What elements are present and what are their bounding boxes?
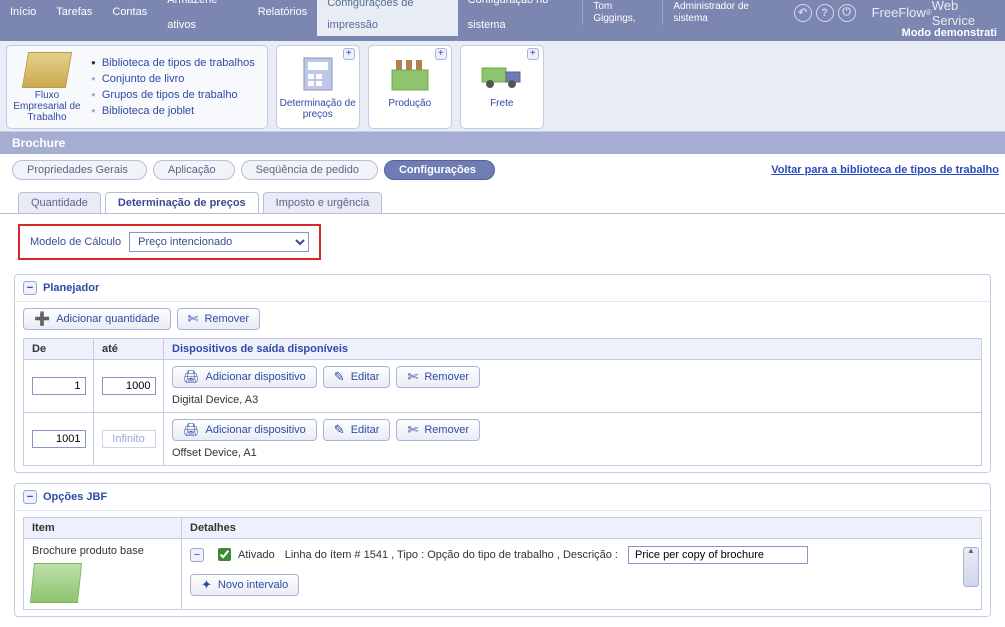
device-info: Digital Device, A3 — [172, 394, 973, 406]
menu-config-sistema[interactable]: Configuração no sistema — [458, 0, 583, 38]
plus-icon[interactable]: + — [527, 48, 539, 60]
active-checkbox-input[interactable] — [218, 548, 231, 561]
workflow-l2: Empresarial de — [11, 101, 83, 112]
crumb-sequencia[interactable]: Seqüência de pedido — [241, 160, 378, 180]
link-biblioteca-joblet[interactable]: Biblioteca de joblet — [91, 103, 255, 119]
planner-panel: − Planejador ➕Adicionar quantidade ✄Remo… — [14, 274, 991, 473]
role-box: Administrador de sistema — [662, 0, 787, 25]
plus-icon[interactable]: + — [343, 48, 355, 60]
jbf-item-name: Brochure produto base — [32, 545, 173, 557]
brand-suffix: Web Service — [932, 0, 995, 28]
new-interval-button[interactable]: ✦Novo intervalo — [190, 574, 299, 596]
edit-device-button[interactable]: ✎Editar — [323, 366, 391, 388]
col-devices: Dispositivos de saída disponíveis — [164, 339, 981, 359]
user-box: Tom Giggings, — [582, 0, 662, 25]
ribbon-group-workflow: Fluxo Empresarial de Trabalho Biblioteca… — [6, 45, 268, 129]
page-title: Brochure — [0, 132, 1005, 154]
menu-inicio[interactable]: Início — [0, 0, 46, 25]
ribbon: Fluxo Empresarial de Trabalho Biblioteca… — [0, 41, 1005, 132]
link-biblioteca-tipos[interactable]: Biblioteca de tipos de trabalhos — [91, 55, 255, 71]
planner-title: Planejador — [43, 282, 99, 294]
user-role: Administrador de sistema — [673, 1, 777, 25]
ribbon-links: Biblioteca de tipos de trabalhos Conjunt… — [83, 53, 263, 121]
edit-device-button[interactable]: ✎Editar — [323, 419, 391, 441]
jbf-panel: − Opções JBF Item Detalhes Brochure prod… — [14, 483, 991, 617]
planner-grid-header: De até Dispositivos de saída disponíveis — [23, 338, 982, 360]
jbf-row: Brochure produto base − Ativado Linha do… — [23, 539, 982, 610]
power-icon[interactable]: ⏻ — [838, 4, 856, 22]
tile-determinacao-precos[interactable]: + Determinação depreços — [276, 45, 360, 129]
brochure-icon — [30, 563, 82, 603]
system-icons: ↶ ? ⏻ — [788, 0, 862, 25]
tile-producao[interactable]: + Produção — [368, 45, 452, 129]
tile-frete[interactable]: + Frete — [460, 45, 544, 129]
tab-quantidade[interactable]: Quantidade — [18, 192, 101, 213]
device-info: Offset Device, A1 — [172, 447, 973, 459]
tab-imposto-urgencia[interactable]: Imposto e urgência — [263, 192, 383, 213]
jbf-title: Opções JBF — [43, 491, 107, 503]
scrollbar-thumb[interactable] — [963, 547, 979, 587]
calc-model-row: Modelo de Cálculo Preço intencionado — [18, 224, 321, 260]
tab-determinacao-precos[interactable]: Determinação de preços — [105, 192, 259, 213]
crumb-propriedades[interactable]: Propriedades Gerais — [12, 160, 147, 180]
menu-tarefas[interactable]: Tarefas — [46, 0, 102, 25]
link-grupos-tipos[interactable]: Grupos de tipos de trabalho — [91, 87, 255, 103]
col-from: De — [24, 339, 94, 359]
remove-device-button[interactable]: ✄Remover — [396, 419, 480, 441]
from-input[interactable] — [32, 430, 86, 448]
user-name: Tom Giggings, — [593, 1, 652, 25]
from-input[interactable] — [32, 377, 86, 395]
tile-label: Produção — [369, 96, 451, 113]
menu-armazene-ativos[interactable]: Armazene ativos — [157, 0, 247, 38]
remove-device-button[interactable]: ✄Remover — [396, 366, 480, 388]
help-icon[interactable]: ? — [816, 4, 834, 22]
planner-row: 🖨Adicionar dispositivo ✎Editar ✄Remover … — [23, 413, 982, 466]
breadcrumb-bar: Propriedades Gerais Aplicação Seqüência … — [0, 154, 1005, 180]
tile-label: Frete — [461, 96, 543, 113]
active-checkbox-label: Ativado — [238, 549, 275, 561]
planner-row: 🖨Adicionar dispositivo ✎Editar ✄Remover … — [23, 360, 982, 413]
col-item: Item — [24, 518, 182, 538]
workflow-l1: Fluxo — [11, 90, 83, 101]
workflow-l3: Trabalho — [11, 112, 83, 123]
description-input[interactable] — [628, 546, 808, 564]
add-device-button[interactable]: 🖨Adicionar dispositivo — [172, 419, 317, 441]
jbf-grid-header: Item Detalhes — [23, 517, 982, 539]
collapse-icon[interactable]: − — [23, 490, 37, 504]
calc-model-select[interactable]: Preço intencionado — [129, 232, 309, 252]
back-icon[interactable]: ↶ — [794, 4, 812, 22]
link-conjunto-livro[interactable]: Conjunto de livro — [91, 71, 255, 87]
menu-relatorios[interactable]: Relatórios — [248, 0, 318, 25]
breadcrumb: Propriedades Gerais Aplicação Seqüência … — [12, 160, 501, 180]
planner-header: − Planejador — [15, 275, 990, 301]
menu-config-impressao[interactable]: Configurações de impressão — [317, 0, 457, 36]
collapse-icon[interactable]: − — [23, 281, 37, 295]
col-details: Detalhes — [182, 518, 981, 538]
crumb-aplicacao[interactable]: Aplicação — [153, 160, 235, 180]
add-quantity-button[interactable]: ➕Adicionar quantidade — [23, 308, 171, 330]
col-to: até — [94, 339, 164, 359]
calc-model-label: Modelo de Cálculo — [30, 236, 121, 248]
remove-button[interactable]: ✄Remover — [177, 308, 261, 330]
brand-text: FreeFlow — [872, 5, 926, 20]
back-to-library-link[interactable]: Voltar para a biblioteca de tipos de tra… — [771, 164, 999, 176]
active-checkbox[interactable]: Ativado — [214, 545, 275, 564]
workflow-icon-tile[interactable]: Fluxo Empresarial de Trabalho — [11, 52, 83, 123]
item-line-text: Linha do ítem # 1541 , Tipo : Opção do t… — [285, 549, 618, 561]
collapse-detail-icon[interactable]: − — [190, 548, 204, 562]
to-input[interactable] — [102, 377, 156, 395]
jbf-header: − Opções JBF — [15, 484, 990, 510]
add-device-button[interactable]: 🖨Adicionar dispositivo — [172, 366, 317, 388]
top-menu-bar: Início Tarefas Contas Armazene ativos Re… — [0, 0, 1005, 25]
inner-tabs: Quantidade Determinação de preços Impost… — [0, 180, 1005, 214]
tile-label: Determinação depreços — [277, 96, 359, 124]
to-input-readonly — [102, 430, 156, 448]
brand-label: FreeFlow® Web Service — [862, 0, 1005, 25]
crumb-configuracoes[interactable]: Configurações — [384, 160, 495, 180]
plus-icon[interactable]: + — [435, 48, 447, 60]
menu-contas[interactable]: Contas — [102, 0, 157, 25]
main-menu: Início Tarefas Contas Armazene ativos Re… — [0, 0, 582, 25]
box-icon — [22, 52, 72, 88]
